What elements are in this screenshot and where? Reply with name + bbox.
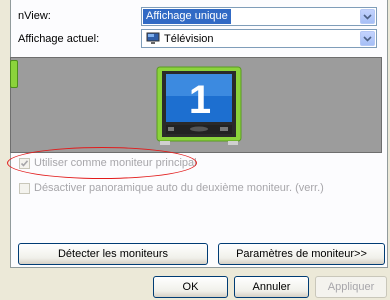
chevron-down-icon[interactable] (360, 9, 375, 24)
chevron-down-icon[interactable] (360, 31, 375, 46)
nview-label: nView: (18, 10, 51, 22)
cancel-button[interactable]: Annuler (234, 276, 309, 298)
apply-button[interactable]: Appliquer (315, 276, 387, 298)
display-label: Affichage actuel: (18, 33, 100, 45)
detect-monitors-button[interactable]: Détecter les moniteurs (18, 243, 208, 265)
scroll-handle[interactable] (10, 60, 18, 88)
nview-value: Affichage unique (143, 9, 231, 24)
annotation-ellipse (7, 147, 197, 179)
monitor-settings-button[interactable]: Paramètres de moniteur>> (218, 243, 385, 265)
auto-pan-checkbox[interactable] (19, 183, 30, 194)
monitor-icon (146, 32, 160, 45)
display-value: Télévision (164, 33, 214, 45)
nview-select[interactable]: Affichage unique (141, 7, 377, 26)
monitor-number: 1 (188, 78, 212, 122)
ok-button[interactable]: OK (153, 276, 228, 298)
auto-pan-label: Désactiver panoramique auto du deuxième … (34, 182, 324, 194)
display-select[interactable]: Télévision (141, 29, 377, 48)
